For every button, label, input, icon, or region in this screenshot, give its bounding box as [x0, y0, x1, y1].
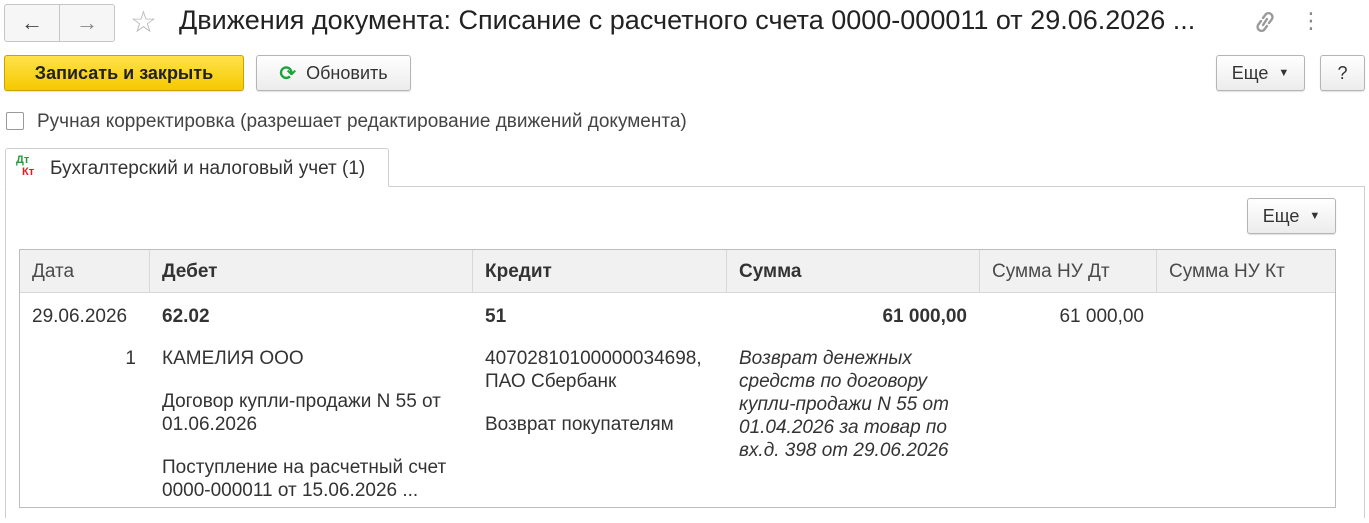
more-menu-label: Еще: [1231, 62, 1269, 83]
table-more-menu-label: Еще: [1262, 205, 1300, 226]
navigation-buttons: ← →: [4, 4, 115, 42]
manual-correction-checkbox[interactable]: [6, 112, 24, 130]
cell-debit-subconto-2[interactable]: Договор купли-продажи N 55 от 01.06.2026: [162, 390, 462, 436]
cell-debit-subconto-3[interactable]: Поступление на расчетный счет 0000-00001…: [162, 456, 462, 502]
column-header-date[interactable]: Дата: [20, 250, 150, 293]
refresh-icon: ⟳: [279, 62, 297, 85]
refresh-label: Обновить: [306, 62, 388, 83]
window-title: Движения документа: Списание с расчетног…: [179, 5, 1196, 35]
column-header-amount-nu-dt[interactable]: Сумма НУ Дт: [980, 250, 1157, 293]
cell-amount-nu-dt[interactable]: 61 000,00: [992, 305, 1144, 328]
more-menu-button[interactable]: Еще ▼: [1216, 55, 1305, 91]
manual-correction-label[interactable]: Ручная корректировка (разрешает редактир…: [37, 111, 687, 133]
cell-credit-account[interactable]: 51: [485, 305, 506, 328]
refresh-button[interactable]: ⟳ Обновить: [256, 55, 411, 91]
chevron-down-icon: ▼: [1278, 67, 1290, 79]
cell-debit-subconto-1[interactable]: КАМЕЛИЯ ООО: [162, 347, 462, 370]
cell-content[interactable]: Возврат денежных средств по договору куп…: [739, 347, 974, 462]
cell-amount[interactable]: 61 000,00: [739, 305, 967, 328]
cell-date[interactable]: 29.06.2026: [32, 305, 127, 328]
debit-credit-icon: Дт Кт: [16, 154, 35, 178]
link-icon[interactable]: [1250, 8, 1280, 36]
column-header-amount[interactable]: Сумма: [727, 250, 980, 293]
favorite-star-icon[interactable]: ☆: [130, 5, 157, 40]
column-header-credit[interactable]: Кредит: [473, 250, 727, 293]
cell-credit-subconto-1[interactable]: 40702810100000034698, ПАО Сбербанк: [485, 347, 720, 393]
forward-icon[interactable]: →: [59, 5, 114, 41]
tab-accounting-tax-label[interactable]: Бухгалтерский и налоговый учет (1): [50, 158, 365, 180]
save-and-close-button[interactable]: Записать и закрыть: [4, 55, 244, 91]
help-label: ?: [1337, 62, 1348, 83]
more-actions-icon[interactable]: ⋮: [1300, 8, 1322, 34]
table-more-menu-button[interactable]: Еще ▼: [1247, 198, 1336, 234]
column-header-debit[interactable]: Дебет: [150, 250, 473, 293]
column-header-amount-nu-kt[interactable]: Сумма НУ Кт: [1157, 250, 1335, 293]
chevron-down-icon: ▼: [1309, 210, 1321, 222]
save-and-close-label: Записать и закрыть: [34, 62, 214, 83]
help-button[interactable]: ?: [1320, 55, 1365, 91]
cell-number: 1: [125, 348, 136, 369]
cell-debit-account[interactable]: 62.02: [162, 305, 210, 328]
back-icon[interactable]: ←: [5, 5, 59, 41]
cell-credit-subconto-2[interactable]: Возврат покупателям: [485, 413, 720, 436]
